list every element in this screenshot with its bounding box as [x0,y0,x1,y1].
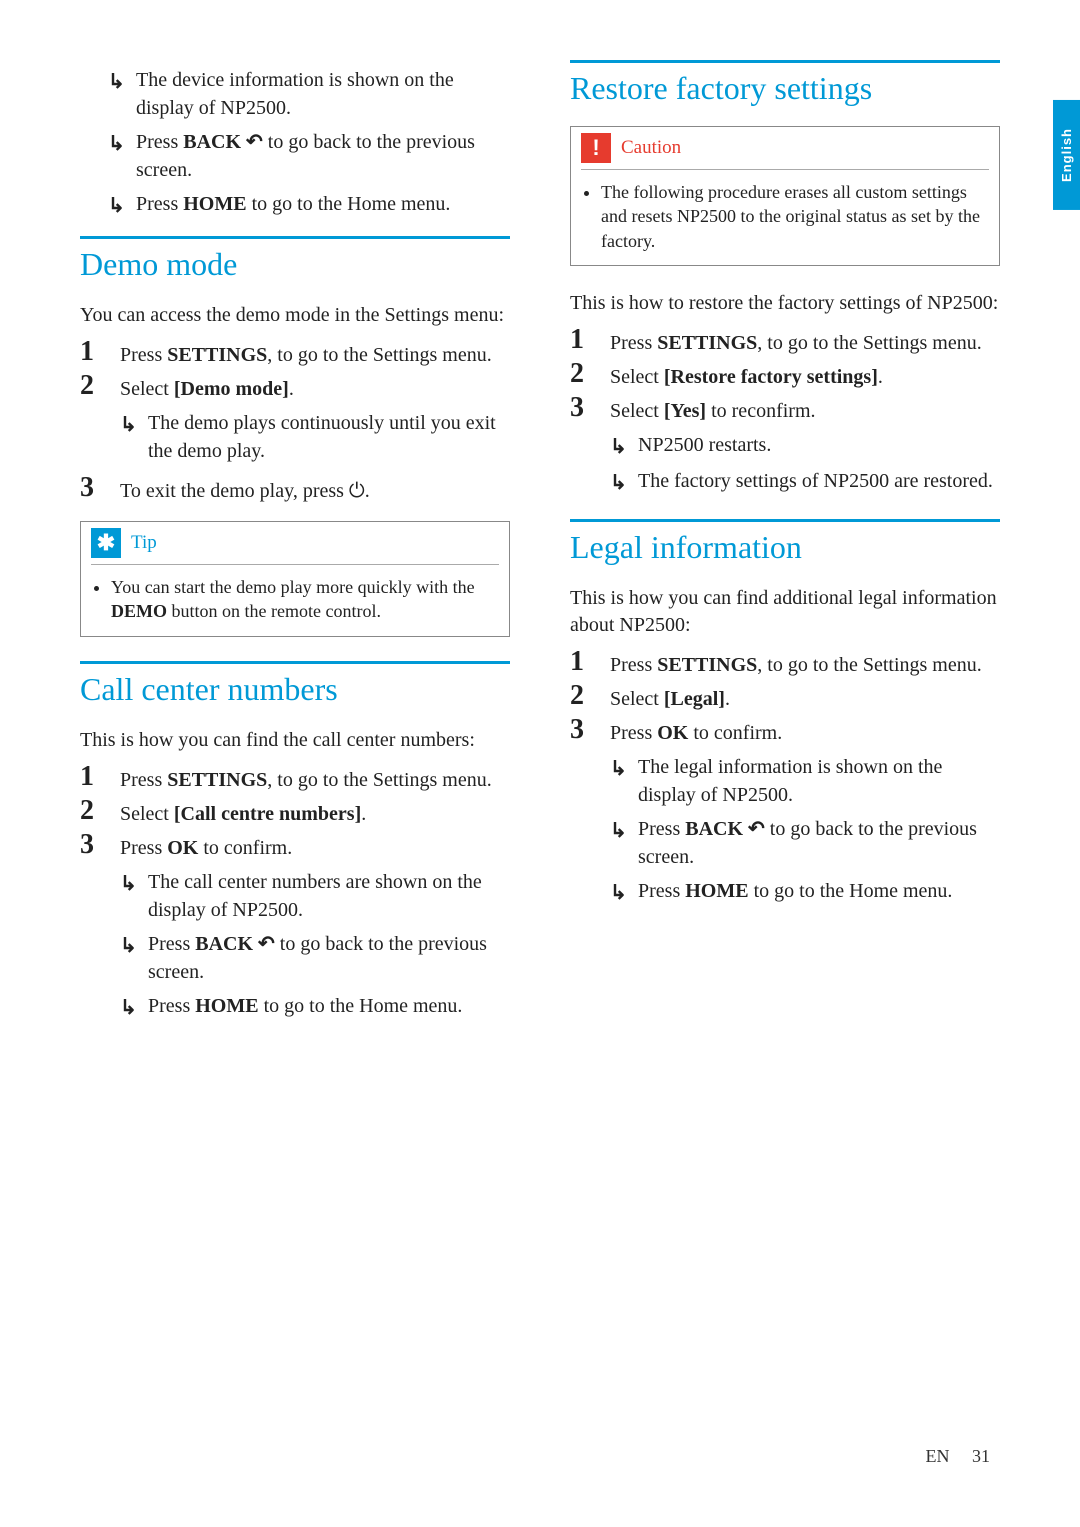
step-text: Press SETTINGS, to go to the Settings me… [120,337,492,369]
step-number: 2 [80,371,120,402]
result-text: The factory settings of NP2500 are resto… [638,467,993,495]
result-text: The demo plays continuously until you ex… [148,409,510,465]
result-text: Press BACK ↶ to go back to the previous … [638,815,1000,871]
section-rule [570,519,1000,522]
step-text: Select [Yes] to reconfirm. [610,397,993,425]
caution-label: Caution [621,137,681,159]
step-number: 2 [80,796,120,827]
step-text: Press SETTINGS, to go to the Settings me… [120,762,492,794]
result-arrow-icon: ↳ [108,66,136,96]
result-text: The device information is shown on the d… [136,66,510,122]
call-center-heading: Call center numbers [80,672,510,707]
section-rule [570,60,1000,63]
restore-intro: This is how to restore the factory setti… [570,290,1000,317]
device-info-results: ↳The device information is shown on the … [80,66,510,220]
right-column: Restore factory settings ! Caution The f… [570,60,1000,1040]
result-arrow-icon: ↳ [120,409,148,439]
step-number: 1 [80,762,120,793]
restore-heading: Restore factory settings [570,71,1000,106]
result-arrow-icon: ↳ [610,753,638,783]
step-text: Select [Restore factory settings]. [610,359,883,391]
section-rule [80,236,510,239]
language-tab: English [1053,100,1080,210]
caution-icon: ! [581,133,611,163]
step-number: 1 [570,325,610,356]
demo-steps: 1 Press SETTINGS, to go to the Settings … [80,337,510,505]
result-text: The legal information is shown on the di… [638,753,1000,809]
step-number: 3 [570,393,610,424]
result-arrow-icon: ↳ [610,877,638,907]
footer-lang: EN [926,1446,950,1466]
step-text: Press SETTINGS, to go to the Settings me… [610,647,982,679]
result-text: NP2500 restarts. [638,431,771,459]
step-number: 3 [80,473,120,504]
step-text: Select [Demo mode]. [120,375,510,403]
result-arrow-icon: ↳ [108,190,136,220]
result-arrow-icon: ↳ [120,930,148,960]
result-arrow-icon: ↳ [610,467,638,497]
footer-page: 31 [972,1446,990,1466]
step-text: Press OK to confirm. [610,719,1000,747]
tip-icon: ✱ [91,528,121,558]
step-number: 2 [570,359,610,390]
legal-heading: Legal information [570,530,1000,565]
step-number: 3 [80,830,120,861]
step-text: Select [Legal]. [610,681,730,713]
call-steps: 1 Press SETTINGS, to go to the Settings … [80,762,510,1028]
legal-intro: This is how you can find additional lega… [570,585,1000,639]
page-footer: EN 31 [926,1446,991,1467]
call-intro: This is how you can find the call center… [80,727,510,754]
result-text: The call center numbers are shown on the… [148,868,510,924]
step-number: 2 [570,681,610,712]
result-arrow-icon: ↳ [610,815,638,845]
step-text: Select [Call centre numbers]. [120,796,366,828]
result-arrow-icon: ↳ [610,431,638,461]
tip-text: You can start the demo play more quickly… [111,575,495,624]
demo-mode-heading: Demo mode [80,247,510,282]
result-text: Press HOME to go to the Home menu. [136,190,450,218]
step-number: 1 [570,647,610,678]
step-text: Press OK to confirm. [120,834,510,862]
caution-callout: ! Caution The following procedure erases… [570,126,1000,266]
result-text: Press HOME to go to the Home menu. [148,992,462,1020]
result-text: Press BACK ↶ to go back to the previous … [136,128,510,184]
step-text: To exit the demo play, press ⏻. [120,473,370,505]
left-column: ↳The device information is shown on the … [80,60,510,1040]
result-text: Press HOME to go to the Home menu. [638,877,952,905]
demo-intro: You can access the demo mode in the Sett… [80,302,510,329]
result-arrow-icon: ↳ [120,868,148,898]
step-number: 1 [80,337,120,368]
result-text: Press BACK ↶ to go back to the previous … [148,930,510,986]
tip-callout: ✱ Tip You can start the demo play more q… [80,521,510,637]
tip-label: Tip [131,532,157,554]
legal-steps: 1 Press SETTINGS, to go to the Settings … [570,647,1000,913]
result-arrow-icon: ↳ [120,992,148,1022]
caution-text: The following procedure erases all custo… [601,180,985,253]
section-rule [80,661,510,664]
step-number: 3 [570,715,610,746]
result-arrow-icon: ↳ [108,128,136,158]
page-body: ↳The device information is shown on the … [0,0,1080,1100]
restore-steps: 1 Press SETTINGS, to go to the Settings … [570,325,1000,503]
step-text: Press SETTINGS, to go to the Settings me… [610,325,982,357]
